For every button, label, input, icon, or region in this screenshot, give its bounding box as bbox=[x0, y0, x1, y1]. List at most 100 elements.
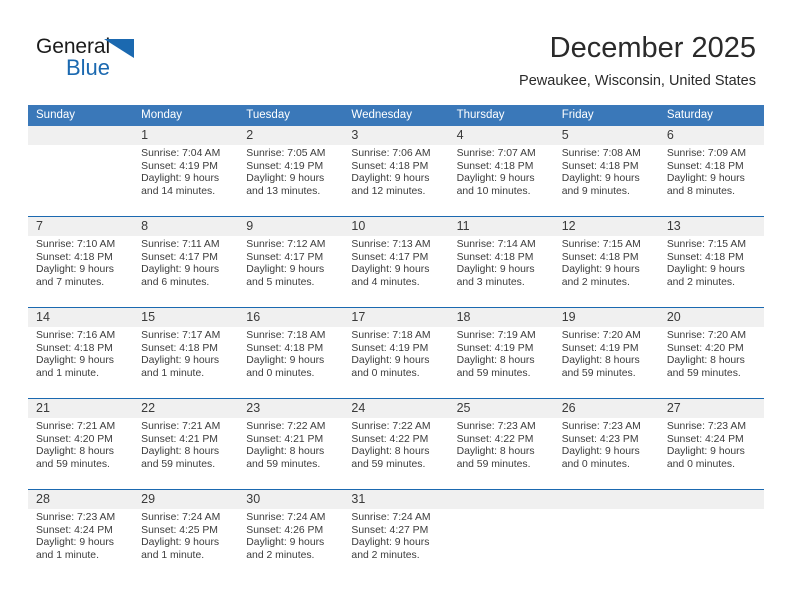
daylight-text-line1: Daylight: 9 hours bbox=[351, 537, 430, 549]
sunrise-text: Sunrise: 7:05 AM bbox=[246, 148, 326, 159]
day-cell[interactable]: Sunrise: 7:10 AM Sunset: 4:18 PM Dayligh… bbox=[28, 236, 134, 308]
day-number[interactable]: 22 bbox=[133, 398, 239, 418]
sunrise-text: Sunrise: 7:17 AM bbox=[141, 330, 221, 341]
day-number[interactable] bbox=[658, 489, 764, 509]
day-cell[interactable]: Sunrise: 7:22 AM Sunset: 4:22 PM Dayligh… bbox=[343, 418, 449, 490]
day-cell[interactable] bbox=[553, 509, 659, 580]
day-number[interactable] bbox=[28, 126, 134, 145]
sunset-text: Sunset: 4:19 PM bbox=[141, 160, 218, 172]
day-cell[interactable]: Sunrise: 7:24 AM Sunset: 4:26 PM Dayligh… bbox=[238, 509, 344, 580]
day-number[interactable]: 9 bbox=[238, 216, 344, 236]
sunset-text: Sunset: 4:19 PM bbox=[351, 342, 429, 354]
week-row-daynum: 7 8 9 10 11 12 13 bbox=[28, 216, 764, 236]
day-cell[interactable]: Sunrise: 7:24 AM Sunset: 4:25 PM Dayligh… bbox=[133, 509, 239, 580]
day-number[interactable]: 3 bbox=[343, 126, 449, 145]
day-cell[interactable]: Sunrise: 7:24 AM Sunset: 4:27 PM Dayligh… bbox=[343, 509, 449, 580]
day-number[interactable]: 28 bbox=[28, 489, 134, 509]
day-number[interactable]: 18 bbox=[448, 307, 554, 327]
day-number[interactable]: 10 bbox=[343, 216, 449, 236]
day-number[interactable]: 5 bbox=[553, 126, 659, 145]
day-cell[interactable] bbox=[448, 509, 554, 580]
day-number[interactable]: 16 bbox=[238, 307, 344, 327]
sunrise-text: Sunrise: 7:10 AM bbox=[36, 239, 116, 250]
daylight-text-line2: and 1 minute. bbox=[36, 549, 99, 561]
day-cell[interactable]: Sunrise: 7:23 AM Sunset: 4:22 PM Dayligh… bbox=[448, 418, 554, 490]
day-cell[interactable] bbox=[28, 145, 134, 217]
week-row-daynum: 14 15 16 17 18 19 20 bbox=[28, 307, 764, 327]
day-number[interactable]: 23 bbox=[238, 398, 344, 418]
day-cell[interactable]: Sunrise: 7:21 AM Sunset: 4:20 PM Dayligh… bbox=[28, 418, 134, 490]
day-number[interactable]: 14 bbox=[28, 307, 134, 327]
day-number[interactable]: 1 bbox=[133, 126, 239, 145]
day-number[interactable]: 12 bbox=[553, 216, 659, 236]
day-cell[interactable]: Sunrise: 7:21 AM Sunset: 4:21 PM Dayligh… bbox=[133, 418, 239, 490]
day-number[interactable]: 25 bbox=[448, 398, 554, 418]
daylight-text-line1: Daylight: 9 hours bbox=[246, 355, 325, 367]
day-cell[interactable]: Sunrise: 7:20 AM Sunset: 4:19 PM Dayligh… bbox=[553, 327, 659, 399]
sunrise-text: Sunrise: 7:08 AM bbox=[561, 148, 641, 159]
sunset-text: Sunset: 4:18 PM bbox=[246, 342, 324, 354]
day-number[interactable]: 6 bbox=[658, 126, 764, 145]
day-cell[interactable]: Sunrise: 7:18 AM Sunset: 4:18 PM Dayligh… bbox=[238, 327, 344, 399]
day-cell[interactable]: Sunrise: 7:17 AM Sunset: 4:18 PM Dayligh… bbox=[133, 327, 239, 399]
day-cell[interactable]: Sunrise: 7:04 AM Sunset: 4:19 PM Dayligh… bbox=[133, 145, 239, 217]
day-number[interactable]: 2 bbox=[238, 126, 344, 145]
day-number[interactable]: 17 bbox=[343, 307, 449, 327]
general-blue-logo[interactable]: General Blue bbox=[36, 36, 236, 88]
daylight-text-line1: Daylight: 9 hours bbox=[141, 537, 220, 549]
day-number[interactable]: 30 bbox=[238, 489, 344, 509]
day-cell[interactable]: Sunrise: 7:07 AM Sunset: 4:18 PM Dayligh… bbox=[448, 145, 554, 217]
day-number[interactable]: 13 bbox=[658, 216, 764, 236]
day-number[interactable]: 19 bbox=[553, 307, 659, 327]
day-cell[interactable]: Sunrise: 7:15 AM Sunset: 4:18 PM Dayligh… bbox=[553, 236, 659, 308]
daylight-text-line2: and 5 minutes. bbox=[246, 276, 315, 288]
day-cell[interactable]: Sunrise: 7:05 AM Sunset: 4:19 PM Dayligh… bbox=[238, 145, 344, 217]
sunset-text: Sunset: 4:27 PM bbox=[351, 524, 429, 536]
day-cell[interactable]: Sunrise: 7:09 AM Sunset: 4:18 PM Dayligh… bbox=[658, 145, 764, 217]
day-cell[interactable]: Sunrise: 7:13 AM Sunset: 4:17 PM Dayligh… bbox=[343, 236, 449, 308]
day-cell[interactable]: Sunrise: 7:14 AM Sunset: 4:18 PM Dayligh… bbox=[448, 236, 554, 308]
day-number[interactable]: 11 bbox=[448, 216, 554, 236]
day-cell[interactable]: Sunrise: 7:11 AM Sunset: 4:17 PM Dayligh… bbox=[133, 236, 239, 308]
day-number[interactable]: 4 bbox=[448, 126, 554, 145]
sunset-text: Sunset: 4:18 PM bbox=[666, 251, 744, 263]
day-cell[interactable]: Sunrise: 7:06 AM Sunset: 4:18 PM Dayligh… bbox=[343, 145, 449, 217]
day-cell[interactable]: Sunrise: 7:12 AM Sunset: 4:17 PM Dayligh… bbox=[238, 236, 344, 308]
week-row-info: Sunrise: 7:21 AM Sunset: 4:20 PM Dayligh… bbox=[28, 418, 764, 490]
day-cell[interactable]: Sunrise: 7:23 AM Sunset: 4:24 PM Dayligh… bbox=[28, 509, 134, 580]
day-number[interactable]: 29 bbox=[133, 489, 239, 509]
day-cell[interactable]: Sunrise: 7:08 AM Sunset: 4:18 PM Dayligh… bbox=[553, 145, 659, 217]
day-number[interactable]: 8 bbox=[133, 216, 239, 236]
day-cell[interactable]: Sunrise: 7:15 AM Sunset: 4:18 PM Dayligh… bbox=[658, 236, 764, 308]
day-cell[interactable]: Sunrise: 7:20 AM Sunset: 4:20 PM Dayligh… bbox=[658, 327, 764, 399]
day-number[interactable] bbox=[553, 489, 659, 509]
sunset-text: Sunset: 4:21 PM bbox=[246, 433, 324, 445]
sunrise-text: Sunrise: 7:19 AM bbox=[456, 330, 536, 341]
day-cell[interactable]: Sunrise: 7:16 AM Sunset: 4:18 PM Dayligh… bbox=[28, 327, 134, 399]
daylight-text-line1: Daylight: 9 hours bbox=[351, 264, 430, 276]
week-row-daynum: 28 29 30 31 bbox=[28, 489, 764, 509]
sunset-text: Sunset: 4:17 PM bbox=[351, 251, 429, 263]
day-cell[interactable]: Sunrise: 7:18 AM Sunset: 4:19 PM Dayligh… bbox=[343, 327, 449, 399]
day-number[interactable]: 15 bbox=[133, 307, 239, 327]
day-number[interactable]: 31 bbox=[343, 489, 449, 509]
sunset-text: Sunset: 4:25 PM bbox=[141, 524, 218, 536]
sunset-text: Sunset: 4:26 PM bbox=[246, 524, 324, 536]
day-number[interactable]: 24 bbox=[343, 398, 449, 418]
day-number[interactable]: 26 bbox=[553, 398, 659, 418]
sunset-text: Sunset: 4:18 PM bbox=[456, 160, 534, 172]
day-cell[interactable]: Sunrise: 7:23 AM Sunset: 4:24 PM Dayligh… bbox=[658, 418, 764, 490]
day-cell[interactable] bbox=[658, 509, 764, 580]
daylight-text-line2: and 9 minutes. bbox=[561, 185, 630, 197]
day-number[interactable]: 7 bbox=[28, 216, 134, 236]
day-number[interactable]: 27 bbox=[658, 398, 764, 418]
day-cell[interactable]: Sunrise: 7:22 AM Sunset: 4:21 PM Dayligh… bbox=[238, 418, 344, 490]
day-number[interactable]: 20 bbox=[658, 307, 764, 327]
day-cell[interactable]: Sunrise: 7:23 AM Sunset: 4:23 PM Dayligh… bbox=[553, 418, 659, 490]
calendar-header-row: Sunday Monday Tuesday Wednesday Thursday… bbox=[28, 105, 764, 126]
sunset-text: Sunset: 4:24 PM bbox=[36, 524, 113, 536]
day-number[interactable] bbox=[448, 489, 554, 509]
daylight-text-line2: and 1 minute. bbox=[36, 367, 99, 379]
day-cell[interactable]: Sunrise: 7:19 AM Sunset: 4:19 PM Dayligh… bbox=[448, 327, 554, 399]
day-number[interactable]: 21 bbox=[28, 398, 134, 418]
